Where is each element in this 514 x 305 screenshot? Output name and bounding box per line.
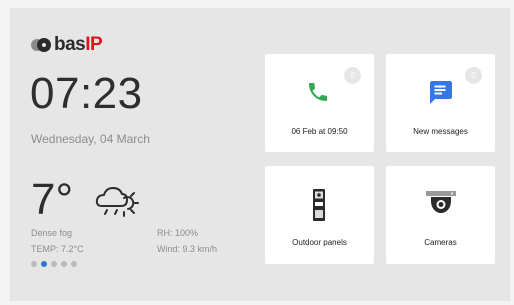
weather-temp-detail: TEMP: 7.2°C (31, 244, 84, 254)
messages-tile[interactable]: 0 New messages (386, 54, 495, 152)
page-dot[interactable] (31, 261, 37, 267)
dome-camera-icon (426, 191, 456, 213)
clock-time: 07:23 (30, 69, 143, 118)
weather-wind: Wind: 9.3 km/h (157, 244, 218, 254)
missed-calls-badge: 0 (344, 67, 361, 84)
page-dot-active[interactable] (41, 261, 47, 267)
logo-mark-icon (31, 38, 51, 52)
phone-icon (309, 83, 327, 101)
outdoor-panels-label: Outdoor panels (292, 238, 347, 247)
page-indicator (31, 261, 77, 267)
calls-tile[interactable]: 0 06 Feb at 09:50 (265, 54, 374, 152)
messages-tile-label: New messages (413, 127, 468, 136)
clock-date: Wednesday, 04 March (31, 132, 150, 146)
weather-temperature: 7° (31, 175, 74, 224)
brand-name: basIP (54, 34, 103, 55)
page-dot[interactable] (71, 261, 77, 267)
cloud-sun-icon (95, 187, 139, 217)
page-dot[interactable] (51, 261, 57, 267)
message-icon (430, 81, 452, 104)
brand-logo: basIP (31, 34, 103, 55)
new-messages-badge: 0 (465, 67, 482, 84)
page-dot[interactable] (61, 261, 67, 267)
outdoor-panels-tile[interactable]: Outdoor panels (265, 166, 374, 264)
weather-condition: Dense fog (31, 228, 73, 238)
home-screen: basIP 07:23 Wednesday, 04 March 7° Dense… (10, 8, 510, 301)
cameras-tile-label: Cameras (424, 238, 457, 247)
intercom-panel-icon (313, 189, 325, 221)
cameras-tile[interactable]: Cameras (386, 166, 495, 264)
weather-humidity: RH: 100% (157, 228, 199, 238)
calls-tile-label: 06 Feb at 09:50 (291, 127, 348, 136)
